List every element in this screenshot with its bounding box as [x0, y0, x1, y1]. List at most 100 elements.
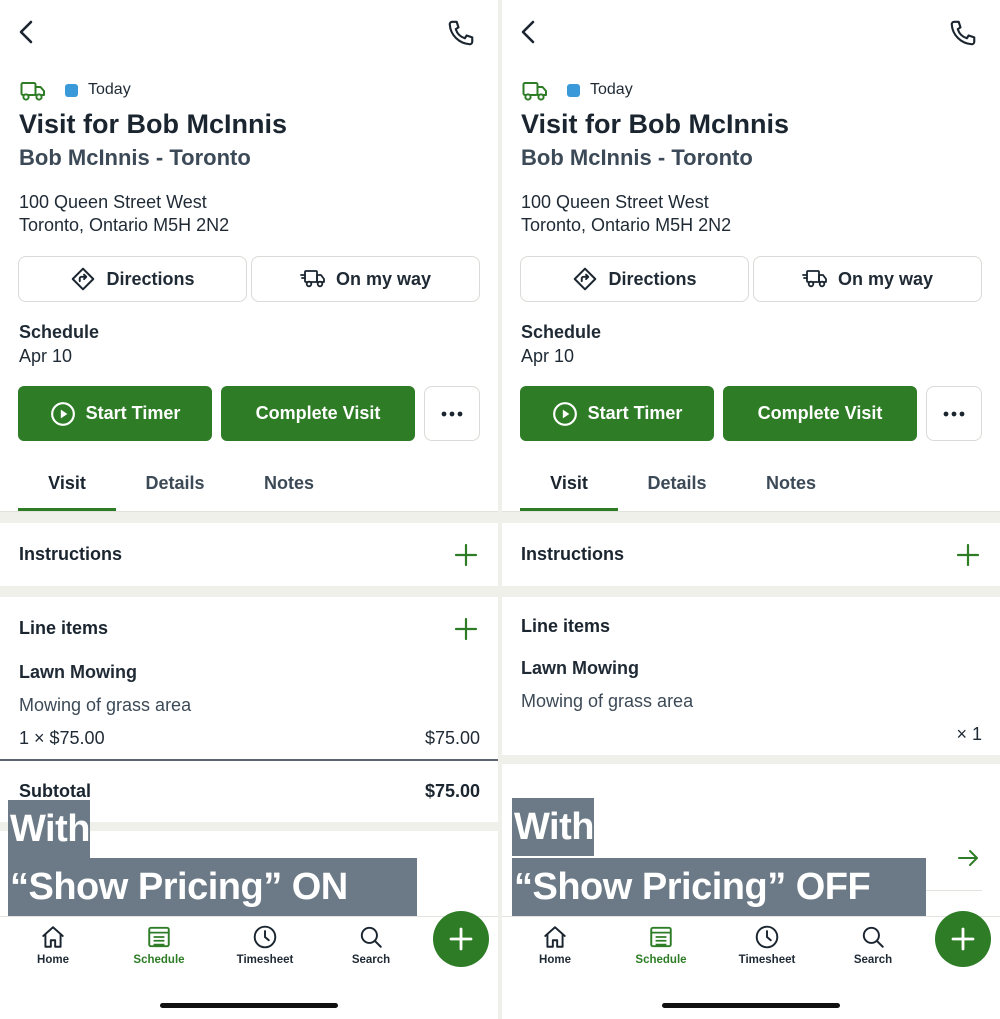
clock-icon — [253, 925, 277, 949]
line-item-description: Mowing of grass area — [19, 695, 192, 715]
start-timer-label: Start Timer — [587, 403, 683, 423]
more-icon — [441, 411, 463, 416]
schedule-date: Apr 10 — [19, 346, 73, 366]
nav-search[interactable]: Search — [331, 924, 411, 976]
search-icon — [862, 926, 884, 948]
complete-visit-label: Complete Visit — [255, 403, 381, 423]
address-line-1: 100 Queen Street West — [521, 192, 709, 212]
schedule-label: Schedule — [19, 322, 100, 342]
complete-visit-button[interactable]: Complete Visit — [221, 386, 415, 441]
nav-home-label: Home — [37, 954, 69, 966]
plus-icon — [454, 543, 478, 567]
phone-icon — [950, 20, 976, 46]
nav-home[interactable]: Home — [13, 924, 93, 976]
create-fab-button[interactable] — [433, 911, 489, 967]
visit-title: Visit for Bob McInnis — [19, 109, 288, 139]
instructions-title: Instructions — [19, 544, 123, 564]
line-item-qty-price: 1 × $75.00 — [19, 728, 105, 748]
tab-visit[interactable]: Visit — [18, 473, 116, 511]
tab-details[interactable]: Details — [628, 473, 726, 511]
play-circle-icon — [50, 401, 75, 426]
add-instructions-button[interactable] — [955, 542, 981, 568]
plus-icon — [454, 617, 478, 641]
fast-truck-icon — [802, 270, 827, 288]
caption-line-2: “Show Pricing” OFF — [512, 858, 926, 916]
plus-icon — [956, 543, 980, 567]
status-label: Today — [590, 81, 633, 98]
screen-pricing-on: Today Visit for Bob McInnis Bob McInnis … — [0, 0, 498, 1019]
on-my-way-button[interactable]: On my way — [251, 256, 480, 302]
create-fab-button[interactable] — [935, 911, 991, 967]
tab-notes[interactable]: Notes — [240, 473, 338, 511]
home-icon — [544, 926, 566, 948]
on-my-way-button[interactable]: On my way — [753, 256, 982, 302]
on-my-way-label: On my way — [335, 268, 432, 289]
nav-schedule-label: Schedule — [635, 954, 687, 966]
section-separator — [0, 512, 498, 523]
subtotal-rule — [0, 759, 498, 761]
back-button[interactable] — [516, 16, 544, 48]
line-item-name: Lawn Mowing — [19, 662, 137, 682]
line-item-amount: $75.00 — [424, 728, 480, 748]
section-separator — [0, 586, 498, 597]
add-instructions-button[interactable] — [453, 542, 479, 568]
caption-line-2: “Show Pricing” ON — [8, 858, 417, 916]
tab-active-indicator — [520, 508, 618, 511]
nav-home[interactable]: Home — [515, 924, 595, 976]
plus-icon — [951, 927, 975, 951]
truck-icon — [522, 80, 548, 102]
directions-icon — [574, 267, 597, 291]
nav-schedule[interactable]: Schedule — [119, 924, 199, 976]
caption-line-1: With — [8, 800, 90, 858]
schedule-date: Apr 10 — [521, 346, 575, 366]
nav-search[interactable]: Search — [833, 924, 913, 976]
start-timer-button[interactable]: Start Timer — [520, 386, 714, 441]
tab-active-indicator — [18, 508, 116, 511]
directions-label: Directions — [106, 268, 195, 289]
chevron-left-icon — [521, 20, 535, 44]
complete-visit-label: Complete Visit — [757, 403, 883, 423]
more-button[interactable] — [424, 386, 480, 441]
line-items-title: Line items — [521, 616, 611, 636]
start-timer-label: Start Timer — [85, 403, 181, 423]
directions-label: Directions — [608, 268, 697, 289]
subtotal-label: Subtotal — [19, 781, 91, 801]
screen-pricing-off: Today Visit for Bob McInnis Bob McInnis … — [502, 0, 1000, 1019]
nav-timesheet-label: Timesheet — [738, 954, 796, 966]
line-items-title: Line items — [19, 618, 109, 638]
visit-title: Visit for Bob McInnis — [521, 109, 790, 139]
line-item-name: Lawn Mowing — [521, 658, 639, 678]
search-icon — [360, 926, 382, 948]
start-timer-button[interactable]: Start Timer — [18, 386, 212, 441]
tab-visit[interactable]: Visit — [520, 473, 618, 511]
play-circle-icon — [552, 401, 577, 426]
call-button[interactable] — [446, 18, 476, 48]
complete-visit-button[interactable]: Complete Visit — [723, 386, 917, 441]
status-label: Today — [88, 81, 131, 98]
on-my-way-label: On my way — [837, 268, 934, 289]
nav-search-label: Search — [853, 954, 893, 966]
nav-timesheet[interactable]: Timesheet — [225, 924, 305, 976]
address-line-2: Toronto, Ontario M5H 2N2 — [521, 215, 732, 235]
tab-details[interactable]: Details — [126, 473, 224, 511]
add-line-item-button[interactable] — [453, 616, 479, 642]
line-item-quantity: × 1 — [956, 724, 982, 744]
caption-line-1: With — [512, 798, 594, 856]
section-separator — [502, 755, 1000, 764]
address-line-2: Toronto, Ontario M5H 2N2 — [19, 215, 230, 235]
section-separator — [502, 512, 1000, 523]
nav-timesheet[interactable]: Timesheet — [727, 924, 807, 976]
tab-notes[interactable]: Notes — [742, 473, 840, 511]
subtotal-amount: $75.00 — [424, 781, 480, 801]
nav-timesheet-label: Timesheet — [236, 954, 294, 966]
directions-button[interactable]: Directions — [18, 256, 247, 302]
more-button[interactable] — [926, 386, 982, 441]
back-button[interactable] — [14, 16, 42, 48]
call-button[interactable] — [948, 18, 978, 48]
status-color-dot — [65, 84, 78, 97]
nav-schedule[interactable]: Schedule — [621, 924, 701, 976]
directions-button[interactable]: Directions — [520, 256, 749, 302]
open-row-button[interactable] — [956, 847, 982, 869]
nav-search-label: Search — [351, 954, 391, 966]
fast-truck-icon — [300, 270, 325, 288]
